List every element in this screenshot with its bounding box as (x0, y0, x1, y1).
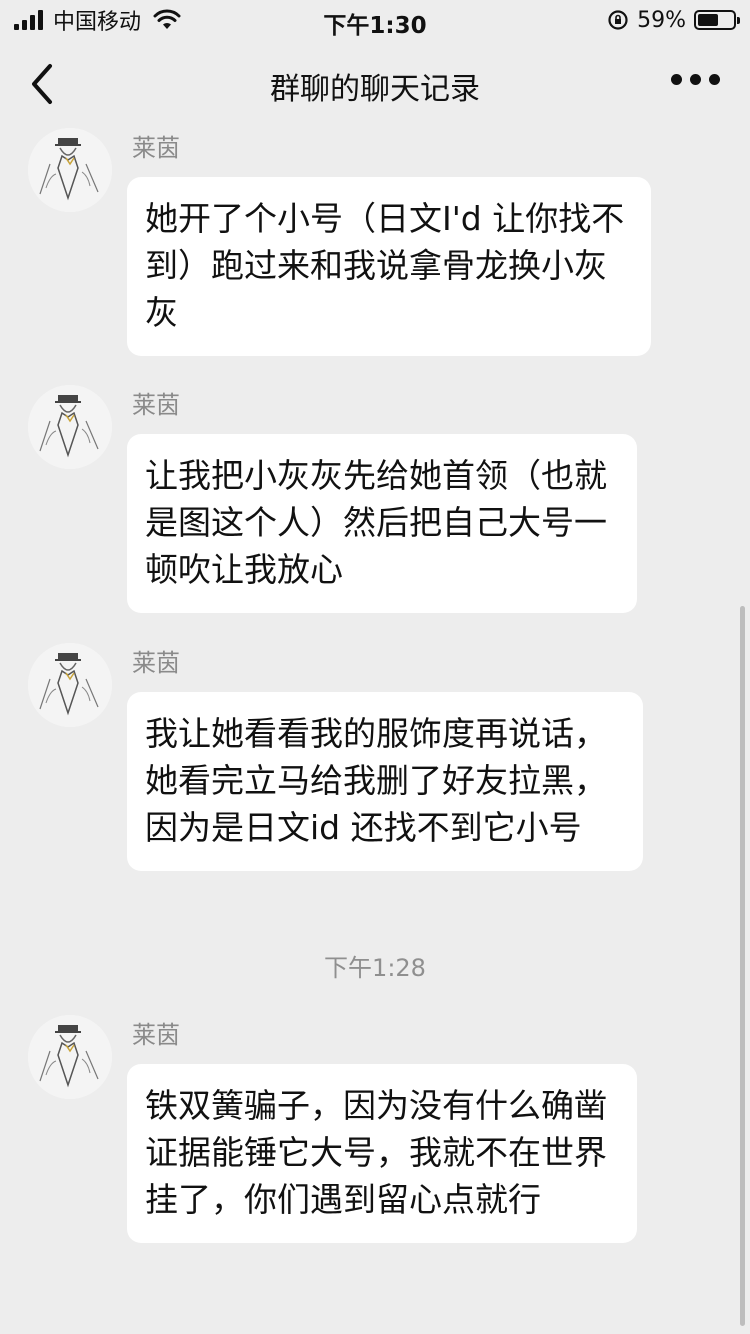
time-separator: 下午1:28 (324, 954, 426, 982)
more-options-icon[interactable] (671, 74, 720, 85)
avatar[interactable] (28, 643, 112, 727)
avatar-image (28, 385, 112, 469)
message-bubble[interactable]: 让我把小灰灰先给她首领（也就是图这个人）然后把自己大号一顿吹让我放心 (127, 434, 637, 613)
battery-icon (694, 10, 740, 30)
message-bubble[interactable]: 铁双簧骗子，因为没有什么确凿证据能锤它大号，我就不在世界挂了，你们遇到留心点就行 (127, 1064, 637, 1243)
battery-fill (698, 14, 718, 26)
battery-percent: 59% (637, 7, 686, 33)
avatar-image (28, 1015, 112, 1099)
orientation-lock-icon (608, 10, 628, 30)
avatar-image (28, 643, 112, 727)
avatar[interactable] (28, 1015, 112, 1099)
nav-bar: 群聊的聊天记录 (0, 40, 750, 128)
avatar[interactable] (28, 385, 112, 469)
status-bar: 中国移动 下午1:30 59% (0, 0, 750, 40)
sender-name: 莱茵 (132, 1021, 180, 1049)
scrollbar[interactable] (740, 606, 745, 1326)
sender-name: 莱茵 (132, 649, 180, 677)
sender-name: 莱茵 (132, 134, 180, 162)
avatar-image (28, 128, 112, 212)
avatar[interactable] (28, 128, 112, 212)
sender-name: 莱茵 (132, 391, 180, 419)
message-bubble[interactable]: 我让她看看我的服饰度再说话，她看完立马给我删了好友拉黑，因为是日文id 还找不到… (127, 692, 643, 871)
chat-history[interactable]: 莱茵 她开了个小号（日文I'd 让你找不到）跑过来和我说拿骨龙换小灰灰 莱茵 让… (0, 128, 750, 1334)
status-right: 59% (607, 6, 740, 34)
page-title: 群聊的聊天记录 (270, 72, 480, 107)
message-bubble[interactable]: 她开了个小号（日文I'd 让你找不到）跑过来和我说拿骨龙换小灰灰 (127, 177, 651, 356)
